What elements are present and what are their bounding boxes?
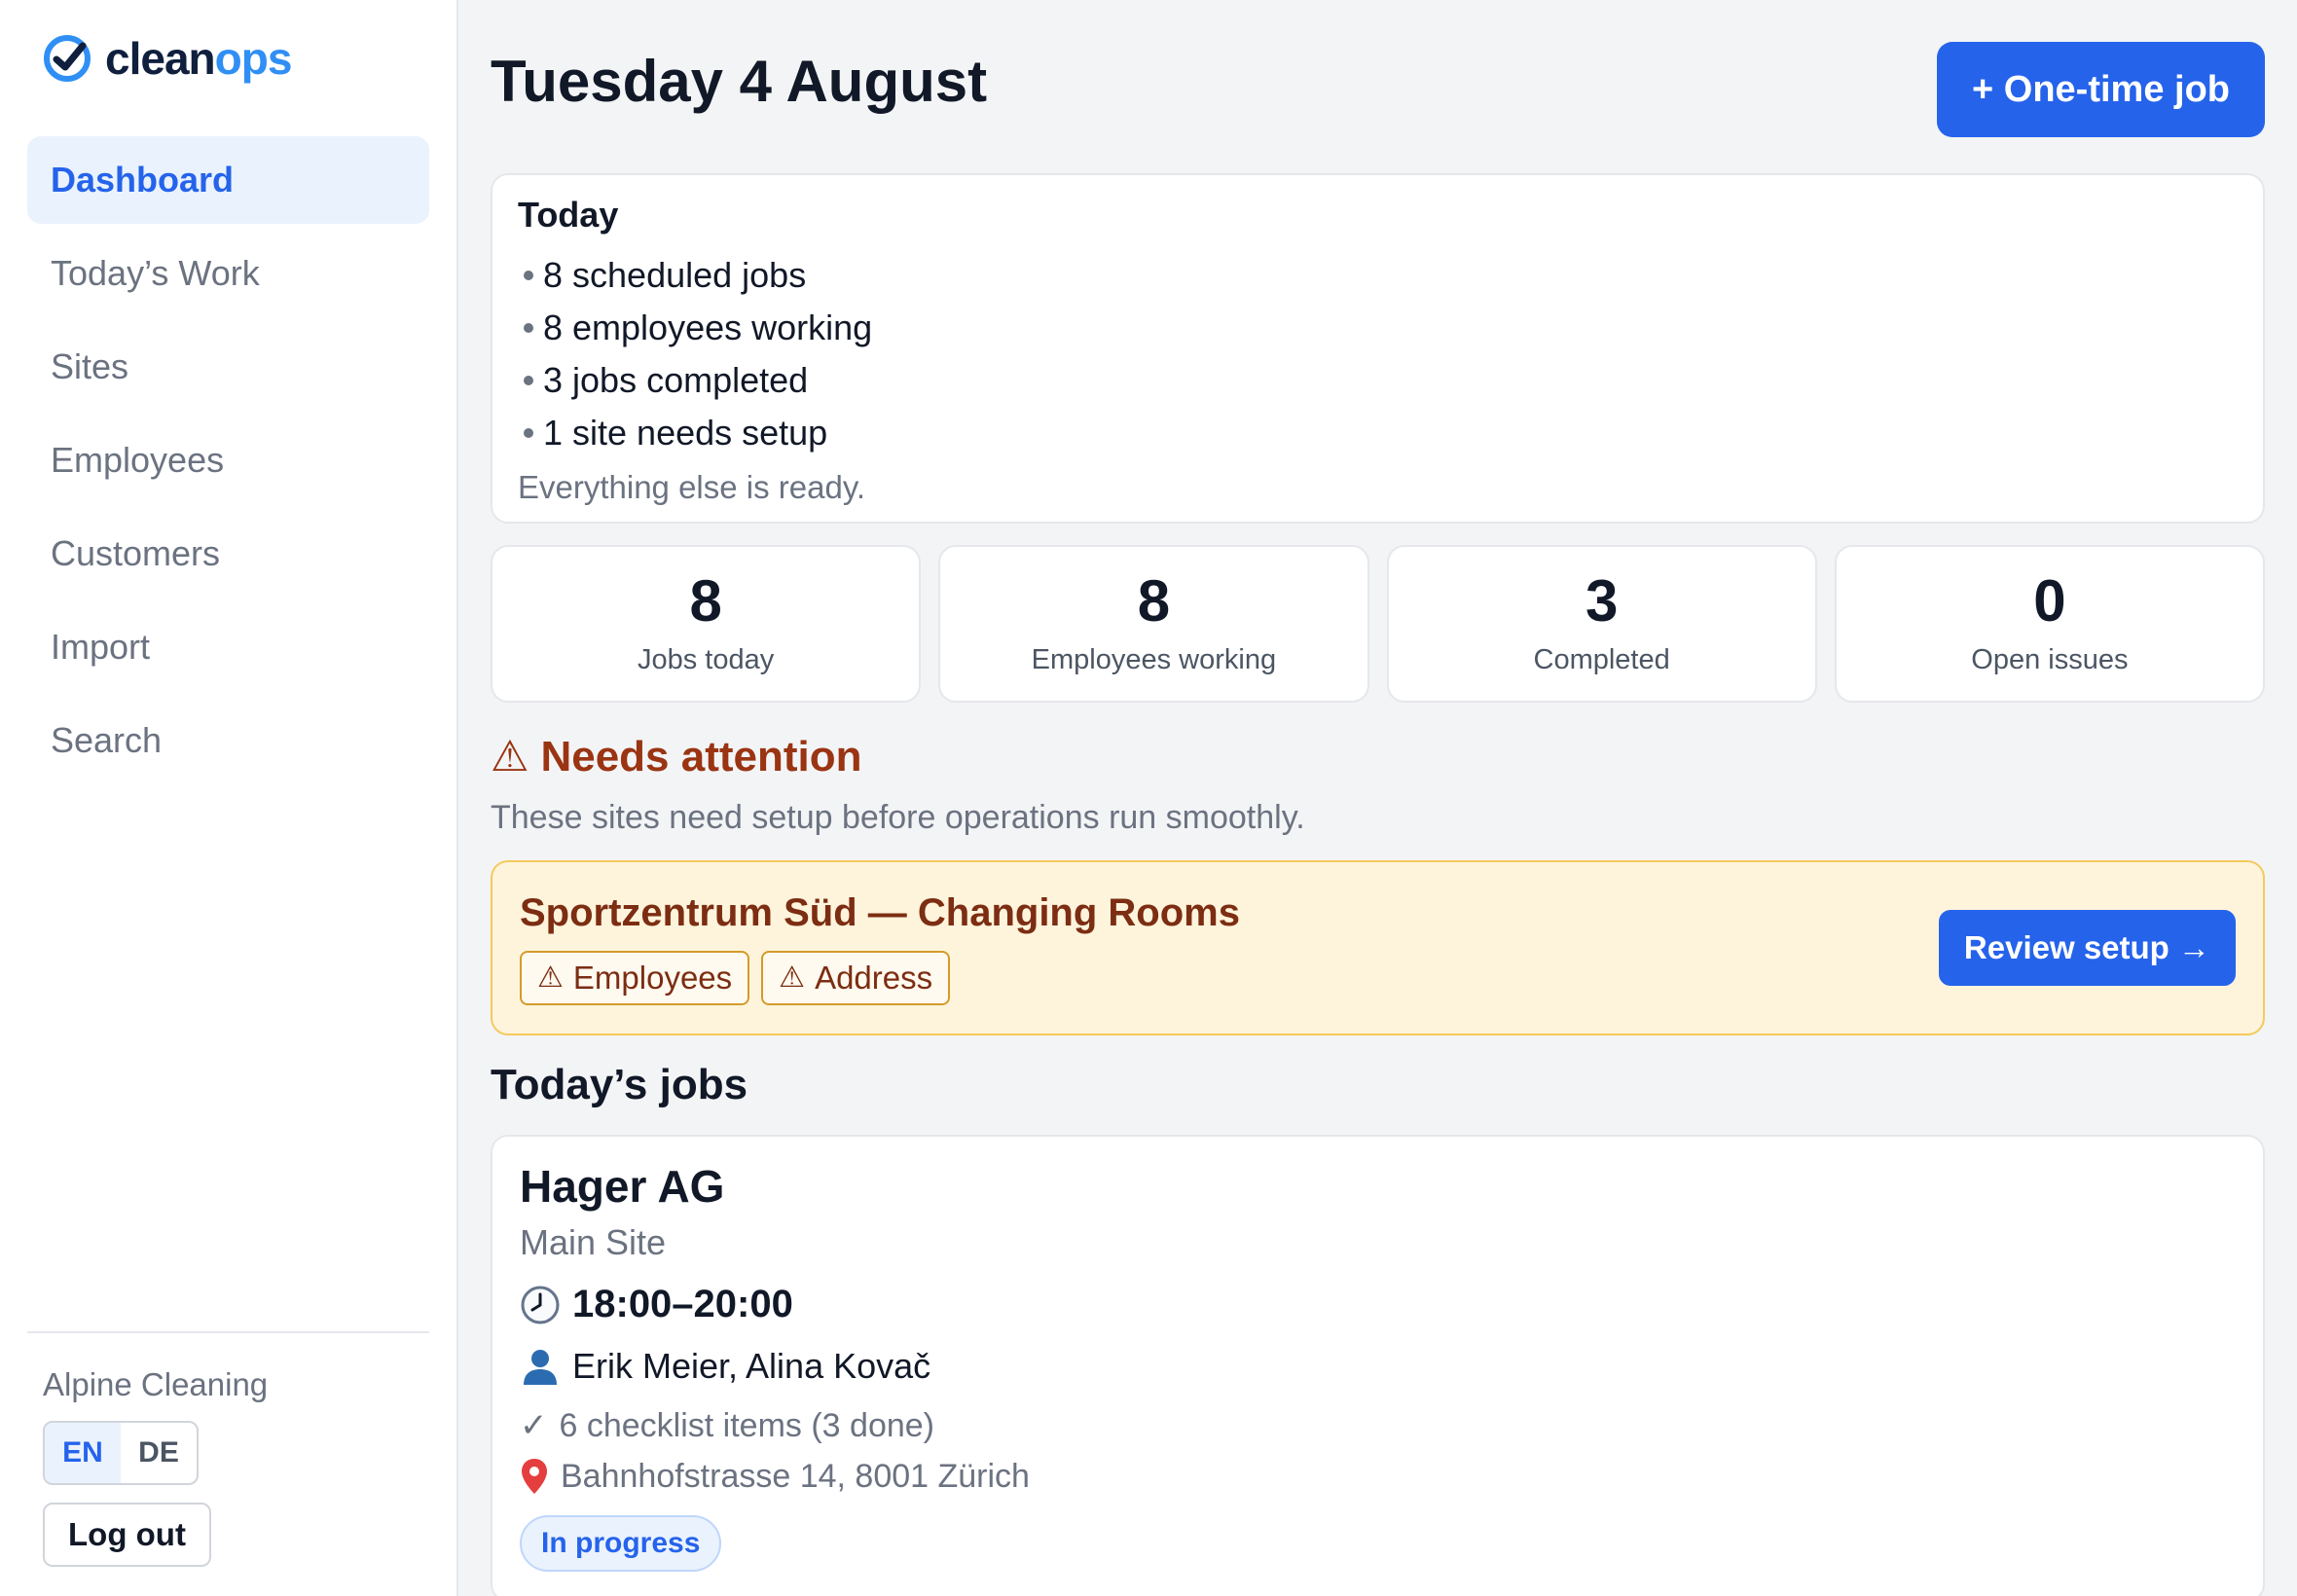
today-summary-item: 8 scheduled jobs [518, 249, 2238, 302]
job-address-row: Bahnhofstrasse 14, 8001 Zürich [520, 1457, 2236, 1496]
one-time-job-button[interactable]: + One-time job [1937, 42, 2265, 137]
todays-jobs-heading: Today’s jobs [491, 1061, 748, 1108]
sidebar-item-import[interactable]: Import [27, 603, 429, 691]
job-checklist-row: ✓ 6 checklist items (3 done) [520, 1406, 2236, 1445]
stat-label: Open issues [1971, 643, 2129, 675]
stat-label: Jobs today [637, 643, 775, 675]
bullet-icon [524, 428, 533, 438]
today-summary-text: 8 scheduled jobs [543, 255, 807, 295]
needs-attention-subtitle: These sites need setup before operations… [491, 799, 1305, 836]
review-setup-button[interactable]: Review setup → [1938, 910, 2236, 986]
sidebar-footer: Alpine Cleaning EN DE Log out [27, 1331, 429, 1596]
stat-label: Employees working [1031, 643, 1277, 675]
checkmark-icon: ✓ [520, 1407, 548, 1444]
organization-name: Alpine Cleaning [43, 1366, 269, 1402]
bullet-icon [524, 271, 533, 280]
person-icon [520, 1346, 561, 1387]
sidebar-nav: Dashboard Today’s Work Sites Employees C… [27, 136, 429, 784]
sidebar-item-search[interactable]: Search [27, 697, 429, 784]
today-summary-item: 3 jobs completed [518, 354, 2238, 407]
today-summary-item: 1 site needs setup [518, 407, 2238, 459]
job-customer-name: Hager AG [520, 1161, 725, 1212]
today-summary-item: 8 employees working [518, 302, 2238, 354]
sidebar-item-todays-work[interactable]: Today’s Work [27, 230, 429, 317]
stat-label: Completed [1533, 643, 1670, 675]
stats-row: 8 Jobs today 8 Employees working 3 Compl… [491, 545, 2265, 703]
bullet-icon [524, 376, 533, 385]
warning-icon: ⚠ [779, 961, 806, 994]
stat-jobs-today[interactable]: 8 Jobs today [491, 545, 922, 703]
sidebar-item-customers[interactable]: Customers [27, 510, 429, 598]
stat-value: 8 [689, 567, 722, 634]
stat-open-issues[interactable]: 0 Open issues [1834, 545, 2265, 703]
brand-name-main: clean [105, 33, 216, 84]
brand-logo[interactable]: cleanops [27, 0, 429, 117]
attention-site-card: Sportzentrum Süd — Changing Rooms ⚠ Emplo… [491, 860, 2265, 1035]
clock-icon [520, 1285, 561, 1325]
location-pin-icon [520, 1457, 549, 1496]
attention-site-name: Sportzentrum Süd — Changing Rooms [520, 890, 1240, 934]
job-status-badge: In progress [520, 1515, 722, 1572]
stat-completed[interactable]: 3 Completed [1386, 545, 1817, 703]
job-card[interactable]: Hager AG Main Site 18:00–20:00 Erik Meie… [491, 1135, 2265, 1596]
sidebar-item-sites[interactable]: Sites [27, 323, 429, 411]
job-time: 18:00–20:00 [572, 1283, 793, 1325]
today-summary-title: Today [518, 195, 619, 235]
today-summary-text: 3 jobs completed [543, 360, 809, 400]
job-time-row: 18:00–20:00 [520, 1283, 2236, 1326]
brand-name-accent: ops [214, 33, 293, 84]
bullet-icon [524, 323, 533, 333]
job-people-row: Erik Meier, Alina Kovač [520, 1346, 2236, 1387]
tag-label: Employees [572, 959, 733, 996]
job-site-name: Main Site [520, 1222, 667, 1262]
today-summary-text: 8 employees working [543, 308, 873, 347]
today-summary-note: Everything else is ready. [518, 469, 866, 505]
stat-employees-working[interactable]: 8 Employees working [938, 545, 1369, 703]
job-checklist: 6 checklist items (3 done) [559, 1406, 935, 1444]
language-switcher: EN DE [43, 1421, 199, 1485]
page-header: Tuesday 4 August + One-time job [491, 0, 2265, 173]
missing-setup-tags: ⚠ Employees ⚠ Address [520, 950, 1240, 1005]
missing-tag-address[interactable]: ⚠ Address [761, 950, 951, 1005]
sidebar-item-employees[interactable]: Employees [27, 417, 429, 504]
logout-button[interactable]: Log out [43, 1503, 211, 1567]
lang-option-en[interactable]: EN [45, 1423, 121, 1483]
app-shell: cleanops Dashboard Today’s Work Sites Em… [0, 0, 2297, 1596]
sidebar: cleanops Dashboard Today’s Work Sites Em… [0, 0, 458, 1596]
warning-icon: ⚠ [537, 961, 564, 994]
warning-icon: ⚠ [491, 733, 529, 780]
stat-value: 3 [1585, 567, 1619, 634]
stat-value: 0 [2033, 567, 2066, 634]
today-summary-card: Today 8 scheduled jobs 8 employees worki… [491, 173, 2265, 524]
needs-attention-title: Needs attention [540, 732, 862, 780]
lang-option-de[interactable]: DE [121, 1423, 197, 1483]
main-content: Tuesday 4 August + One-time job Today 8 … [458, 0, 2297, 1596]
needs-attention-heading: ⚠ Needs attention [491, 732, 2265, 781]
attention-site-info: Sportzentrum Süd — Changing Rooms ⚠ Emplo… [520, 891, 1240, 1005]
tag-label: Address [815, 959, 933, 996]
missing-tag-employees[interactable]: ⚠ Employees [520, 950, 750, 1005]
today-summary-text: 1 site needs setup [543, 413, 828, 453]
stat-value: 8 [1137, 567, 1171, 634]
check-badge-icon [44, 35, 91, 82]
job-address: Bahnhofstrasse 14, 8001 Zürich [561, 1457, 1030, 1495]
page-title: Tuesday 4 August [491, 48, 988, 114]
job-assigned-employees: Erik Meier, Alina Kovač [572, 1346, 931, 1386]
sidebar-item-dashboard[interactable]: Dashboard [27, 136, 429, 224]
brand-name: cleanops [105, 32, 293, 85]
